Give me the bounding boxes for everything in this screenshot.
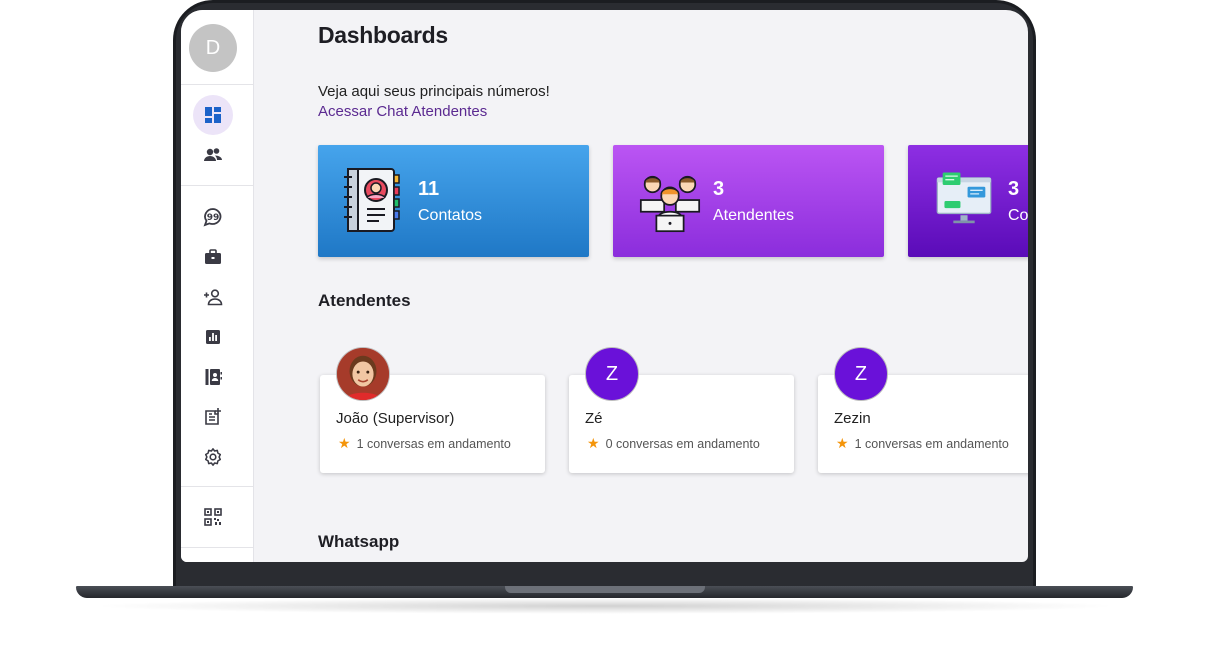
qr-code-icon[interactable] <box>193 497 233 537</box>
address-book-icon <box>344 168 400 232</box>
child-photo-icon <box>337 348 389 400</box>
sidebar-divider <box>181 547 253 548</box>
settings-gear-icon[interactable] <box>193 437 233 477</box>
agent-initial-avatar: Z <box>585 347 639 401</box>
user-avatar[interactable]: D <box>189 24 237 72</box>
stat-card-atendentes[interactable]: 3 Atendentes <box>613 145 884 257</box>
chat-atendentes-link[interactable]: Acessar Chat Atendentes <box>318 103 487 120</box>
stat-card-contatos[interactable]: 11 Contatos <box>318 145 589 257</box>
note-add-icon[interactable] <box>193 397 233 437</box>
whatsapp-heading: Whatsapp <box>318 532 400 551</box>
laptop-shadow <box>90 598 1120 614</box>
star-icon: ★ <box>338 435 351 451</box>
briefcase-icon[interactable] <box>193 237 233 277</box>
agent-name: Zé <box>585 410 603 427</box>
conversas-count: 3 <box>1008 178 1020 200</box>
agent-status: ★ 1 conversas em andamento <box>836 435 1009 452</box>
agent-name: Zezin <box>834 410 871 427</box>
agent-status-text: 0 conversas em andamento <box>605 436 760 451</box>
svg-text:99: 99 <box>207 213 220 223</box>
page-subtitle: Veja aqui seus principais números! <box>318 83 550 100</box>
dashboard-icon[interactable] <box>193 95 233 135</box>
bar-chart-icon[interactable] <box>193 317 233 357</box>
team-icon <box>639 175 701 233</box>
contacts-group-icon[interactable] <box>193 135 233 175</box>
contatos-count: 11 <box>418 178 440 200</box>
agent-card[interactable]: João (Supervisor) ★ 1 conversas em andam… <box>320 347 545 473</box>
agent-status: ★ 0 conversas em andamento <box>587 435 760 452</box>
sidebar-divider <box>181 185 253 186</box>
stat-card-conversas[interactable]: 3 Co <box>908 145 1028 257</box>
sidebar: D 99 <box>181 10 254 562</box>
contatos-label: Contatos <box>418 207 483 224</box>
agent-name: João (Supervisor) <box>336 410 455 427</box>
agent-status-text: 1 conversas em andamento <box>854 436 1009 451</box>
agent-initial-avatar: Z <box>834 347 888 401</box>
star-icon: ★ <box>587 435 600 451</box>
atendentes-count: 3 <box>713 178 725 200</box>
chat-quote-icon[interactable]: 99 <box>193 197 233 237</box>
star-icon: ★ <box>836 435 849 451</box>
sidebar-divider <box>181 486 253 487</box>
atendentes-heading: Atendentes <box>318 291 411 310</box>
conversas-label: Co <box>1008 207 1028 224</box>
laptop-base-notch <box>505 586 705 593</box>
page-title: Dashboards <box>318 22 448 48</box>
sidebar-divider <box>181 84 253 85</box>
add-person-icon[interactable] <box>193 277 233 317</box>
agent-photo-avatar <box>336 347 390 401</box>
agent-card[interactable]: Z Zé ★ 0 conversas em andamento <box>569 347 794 473</box>
atendentes-label: Atendentes <box>713 207 794 224</box>
contact-book-icon[interactable] <box>193 357 233 397</box>
laptop-screen: D 99 Dashboards Veja aqui seus principai… <box>181 10 1028 562</box>
agent-status-text: 1 conversas em andamento <box>356 436 511 451</box>
main-content: Dashboards Veja aqui seus principais núm… <box>318 10 1028 562</box>
chat-monitor-icon <box>936 172 992 224</box>
agent-status: ★ 1 conversas em andamento <box>338 435 511 452</box>
agent-card[interactable]: Z Zezin ★ 1 conversas em andamento <box>818 347 1028 473</box>
